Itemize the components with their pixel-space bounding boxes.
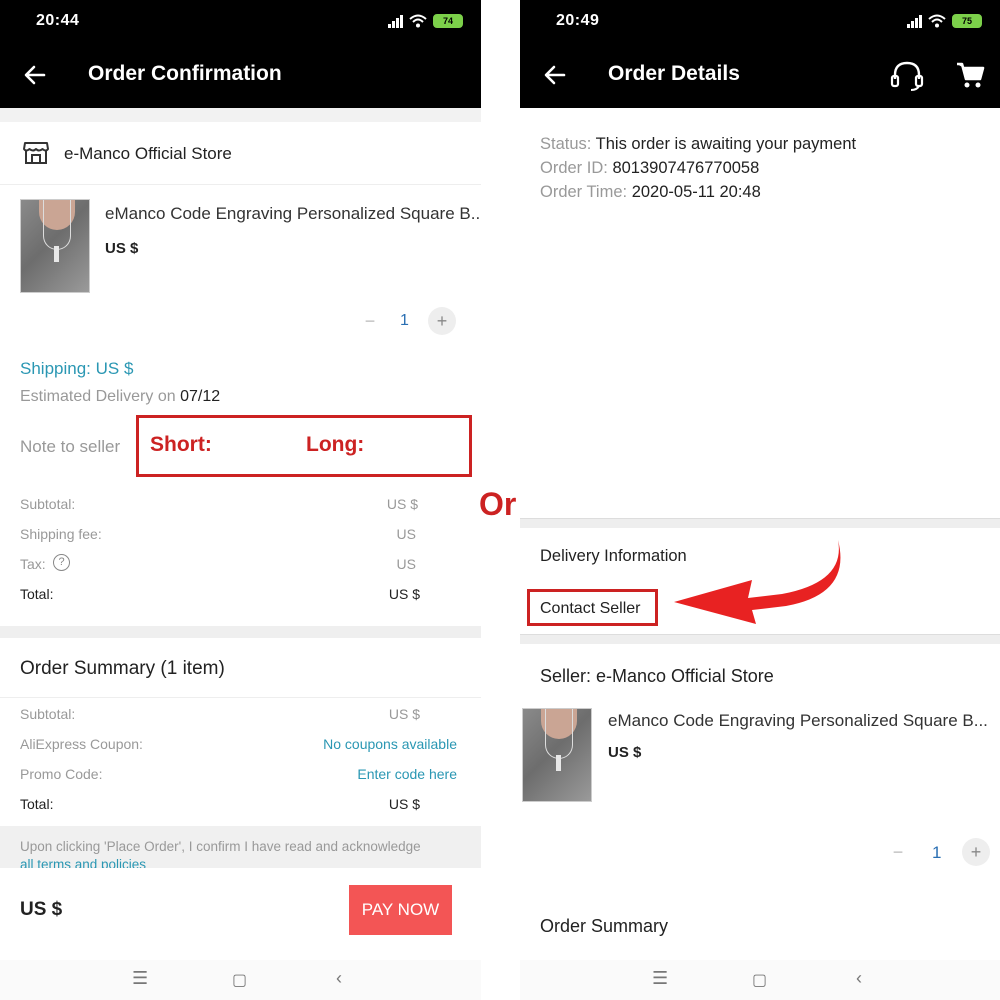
product-title[interactable]: eManco Code Engraving Personalized Squar… <box>608 711 988 731</box>
section-divider <box>520 518 1000 528</box>
order-status-block: Status: This order is awaiting your paym… <box>540 132 856 204</box>
terms-notice-text: Upon clicking 'Place Order', I confirm I… <box>20 839 421 854</box>
wifi-icon <box>928 14 946 28</box>
menu-icon[interactable]: ☰ <box>132 968 148 989</box>
promo-code-label: Promo Code: <box>20 766 103 782</box>
divider <box>0 697 481 698</box>
section-divider <box>0 108 481 122</box>
quantity-value: 1 <box>932 843 942 862</box>
note-long-label: Long: <box>306 433 365 456</box>
total-value: US $ <box>388 586 420 602</box>
subtotal-value: US $ <box>386 496 418 512</box>
order-details-screen: 20:49 75 Order Details Status: This orde… <box>520 0 1000 1000</box>
divider <box>0 184 481 185</box>
pay-now-button[interactable]: PAY NOW <box>349 885 452 935</box>
order-id-row: Order ID: 8013907476770058 <box>540 156 856 180</box>
quantity-decrement-button[interactable]: − <box>356 307 384 335</box>
delivery-prefix: Estimated Delivery on <box>20 388 176 405</box>
order-time-value: 2020-05-11 20:48 <box>631 183 761 201</box>
promo-code-link[interactable]: Enter code here <box>300 766 457 782</box>
home-icon[interactable]: ▢ <box>752 970 767 990</box>
product-thumbnail[interactable] <box>522 708 592 802</box>
status-icons: 75 <box>907 12 982 30</box>
tax-label: Tax: <box>20 556 46 572</box>
status-bar: 20:44 74 <box>0 0 481 44</box>
title-bar: Order Confirmation <box>0 44 481 108</box>
shipping-fee-label: Shipping fee: <box>20 526 102 542</box>
menu-icon[interactable]: ☰ <box>652 968 668 989</box>
back-arrow-icon[interactable] <box>542 62 568 88</box>
status-row: Status: This order is awaiting your paym… <box>540 132 856 156</box>
android-nav-bar: ☰ ▢ ‹ <box>0 960 481 1000</box>
note-short-label: Short: <box>150 433 212 456</box>
order-summary-title: Order Summary (1 item) <box>20 658 225 679</box>
order-id-label: Order ID: <box>540 159 608 177</box>
coupon-value[interactable]: No coupons available <box>260 736 457 752</box>
order-time-label: Order Time: <box>540 183 628 201</box>
status-label: Status: <box>540 135 592 153</box>
subtotal-label: Subtotal: <box>20 496 76 512</box>
summary-total-label: Total: <box>20 796 54 812</box>
store-icon <box>22 139 50 167</box>
status-icons: 74 <box>388 12 463 30</box>
back-arrow-icon[interactable] <box>22 62 48 88</box>
page-title: Order Confirmation <box>88 62 282 85</box>
home-icon[interactable]: ▢ <box>232 970 247 990</box>
contact-seller-link[interactable]: Contact Seller <box>540 600 641 618</box>
wifi-icon <box>409 14 427 28</box>
delivery-date: 07/12 <box>180 388 221 405</box>
signal-icon <box>388 14 403 28</box>
battery-icon: 74 <box>433 14 463 28</box>
or-connector: Or <box>479 486 517 522</box>
tax-value: US <box>396 556 416 572</box>
seller-name[interactable]: Seller: e-Manco Official Store <box>540 666 774 687</box>
terms-notice: Upon clicking 'Place Order', I confirm I… <box>0 826 481 868</box>
delivery-estimate: Estimated Delivery on 07/12 <box>20 388 220 406</box>
cart-icon[interactable] <box>955 60 985 90</box>
quantity-increment-button[interactable]: + <box>962 838 990 866</box>
product-price: US $ <box>105 240 139 257</box>
product-thumbnail[interactable] <box>20 199 90 293</box>
customer-service-icon[interactable] <box>890 60 924 92</box>
status-time: 20:44 <box>36 12 80 29</box>
section-divider <box>0 626 481 638</box>
store-name[interactable]: e-Manco Official Store <box>64 144 232 164</box>
quantity-value: 1 <box>400 312 409 329</box>
signal-icon <box>907 14 922 28</box>
terms-link[interactable]: all terms and policies <box>20 857 146 868</box>
product-title[interactable]: eManco Code Engraving Personalized Squar… <box>105 204 481 224</box>
summary-subtotal-label: Subtotal: <box>20 706 76 722</box>
back-nav-icon[interactable]: ‹ <box>336 968 342 989</box>
total-label: Total: <box>20 586 54 602</box>
section-divider <box>520 634 1000 644</box>
note-to-seller-label: Note to seller <box>20 437 121 456</box>
product-price: US $ <box>608 744 642 761</box>
annotation-arrow-icon <box>674 540 841 624</box>
shipping-fee-value: US <box>396 526 416 542</box>
order-summary-title: Order Summary <box>540 916 669 936</box>
status-bar: 20:49 75 <box>520 0 1000 44</box>
quantity-increment-button[interactable]: + <box>428 307 456 335</box>
help-icon[interactable]: ? <box>53 554 70 571</box>
status-time: 20:49 <box>556 12 600 29</box>
shipping-link[interactable]: Shipping: US $ <box>20 359 133 379</box>
quantity-decrement-button[interactable]: − <box>884 838 912 866</box>
order-id-value: 8013907476770058 <box>612 159 760 177</box>
order-confirmation-screen: 20:44 74 Order Confirmation e-Manco Offi… <box>0 0 481 1000</box>
status-value: This order is awaiting your payment <box>595 135 857 153</box>
order-time-row: Order Time: 2020-05-11 20:48 <box>540 180 856 204</box>
back-nav-icon[interactable]: ‹ <box>856 968 862 989</box>
battery-icon: 75 <box>952 14 982 28</box>
page-title: Order Details <box>608 62 740 85</box>
android-nav-bar: ☰ ▢ ‹ <box>520 960 1000 1000</box>
coupon-label: AliExpress Coupon: <box>20 736 143 752</box>
summary-subtotal-value: US $ <box>388 706 420 722</box>
summary-total-value: US $ <box>388 796 420 812</box>
bottom-total-price: US $ <box>20 899 63 920</box>
title-bar: Order Details <box>520 44 1000 108</box>
